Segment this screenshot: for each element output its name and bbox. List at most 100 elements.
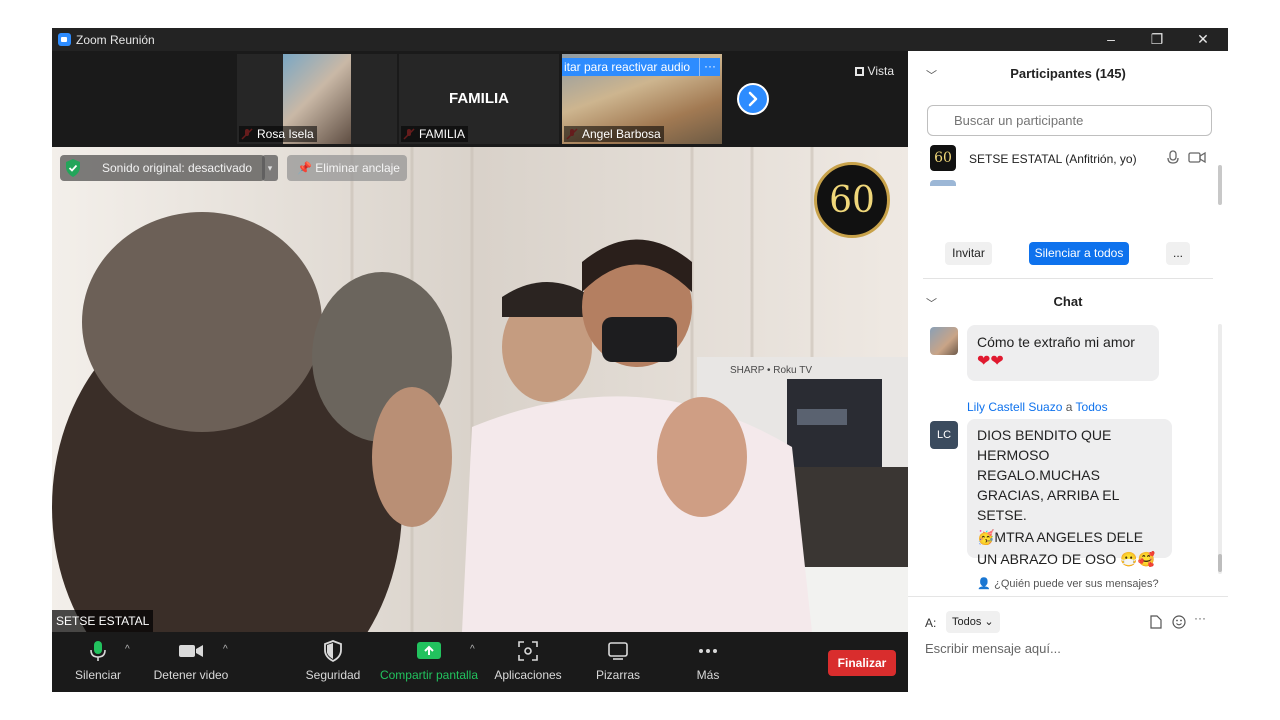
- chat-title: Chat: [1053, 294, 1083, 309]
- share-options-caret[interactable]: ^: [470, 644, 475, 655]
- next-page-button[interactable]: [737, 83, 769, 115]
- window-title: Zoom Reunión: [76, 33, 155, 47]
- unpin-button[interactable]: 📌 Eliminar anclaje: [287, 155, 407, 181]
- participant-row-partial[interactable]: [930, 180, 1212, 186]
- chat-scrollbar-track[interactable]: [1218, 324, 1222, 574]
- more-button[interactable]: Más: [658, 640, 758, 682]
- more-options-icon[interactable]: ···: [1194, 611, 1206, 625]
- chat-compose-area: A: Todos ⌄ ··· Escribir mensaje aquí...: [908, 596, 1228, 692]
- anniversary-badge: 60: [814, 162, 890, 238]
- original-sound-control[interactable]: Sonido original: desactivado: [60, 155, 265, 181]
- divider: [923, 278, 1213, 279]
- chat-message: DIOS BENDITO QUE HERMOSO REGALO.MUCHAS G…: [967, 419, 1172, 567]
- video-tile-rosa-isela[interactable]: Rosa Isela: [237, 54, 397, 144]
- tile-center-label: FAMILIA: [449, 90, 509, 107]
- avatar: LC: [930, 421, 958, 449]
- close-button[interactable]: ✕: [1180, 28, 1226, 51]
- more-dots-icon: [699, 649, 717, 653]
- participants-more-button[interactable]: ...: [1166, 242, 1190, 265]
- shield-check-icon: [66, 159, 80, 177]
- tv-brand-label: SHARP • Roku TV: [729, 365, 812, 376]
- video-camera-icon: [179, 645, 203, 657]
- avatar: [930, 327, 958, 355]
- tile-name: FAMILIA: [401, 126, 469, 142]
- file-icon[interactable]: [1150, 615, 1162, 629]
- mute-button[interactable]: Silenciar: [52, 640, 148, 682]
- pin-icon: 📌: [297, 161, 316, 175]
- tile-name: Angel Barbosa: [564, 126, 664, 142]
- video-camera-icon: [1188, 151, 1206, 164]
- connector-word: a: [1065, 400, 1073, 414]
- unpin-label: Eliminar anclaje: [315, 161, 400, 175]
- minimize-button[interactable]: –: [1088, 28, 1134, 51]
- chat-message-text: Cómo te extraño mi amor: [977, 334, 1135, 350]
- zoom-app-icon: [58, 33, 71, 46]
- chat-line: GRACIAS, ARRIBA EL SETSE.: [977, 487, 1119, 523]
- speaker-video-frame: [52, 147, 908, 632]
- whiteboards-label: Pizarras: [595, 668, 640, 682]
- view-button[interactable]: Vista: [849, 61, 900, 81]
- apps-button[interactable]: Aplicaciones: [478, 640, 578, 682]
- invite-button[interactable]: Invitar: [945, 242, 992, 265]
- participants-scrollbar[interactable]: [1218, 165, 1222, 205]
- share-screen-label: Compartir pantalla: [379, 668, 479, 682]
- shield-icon: [324, 640, 342, 662]
- tile-name: Rosa Isela: [239, 126, 317, 142]
- side-panel: ﹀ Participantes (145) 60 SETSE ESTATAL (…: [908, 51, 1228, 692]
- chat-message: Cómo te extraño mi amor ❤❤: [967, 325, 1159, 381]
- chevron-down-icon: ⌄: [981, 616, 994, 628]
- share-screen-button[interactable]: Compartir pantalla: [379, 640, 479, 682]
- who-can-see-label: ¿Quién puede ver sus mensajes?: [994, 578, 1159, 590]
- microphone-icon: [1167, 150, 1179, 164]
- chat-message-input[interactable]: Escribir mensaje aquí...: [925, 641, 1061, 656]
- chat-line: HERMOSO: [977, 447, 1050, 463]
- emoji-icon[interactable]: [1172, 615, 1186, 629]
- participants-title: Participantes (145): [1010, 66, 1126, 81]
- avatar: 60: [930, 145, 956, 171]
- restore-button[interactable]: ❐: [1134, 28, 1180, 51]
- who-can-see-link[interactable]: 👤 ¿Quién puede ver sus mensajes?: [908, 577, 1228, 590]
- participant-strip: Rosa Isela FAMILIA FAMILIA itar para rea…: [52, 51, 908, 147]
- participant-row-host[interactable]: 60 SETSE ESTATAL (Anfitrión, yo): [930, 145, 1212, 173]
- chat-line: 🥳MTRA ANGELES DELE: [977, 529, 1144, 545]
- to-label: A:: [925, 616, 937, 630]
- more-label: Más: [696, 668, 720, 682]
- banner-more-button[interactable]: ···: [699, 58, 720, 76]
- video-tile-angel-barbosa[interactable]: itar para reactivar audio ··· Angel Barb…: [562, 54, 722, 144]
- original-sound-dropdown[interactable]: ▾: [262, 155, 278, 181]
- stop-video-label: Detener video: [153, 668, 229, 682]
- chat-scrollbar-thumb[interactable]: [1218, 554, 1222, 572]
- video-options-caret[interactable]: ^: [223, 644, 228, 655]
- chevron-right-icon: [748, 91, 758, 107]
- recipient-name[interactable]: Todos: [1076, 400, 1108, 414]
- apps-icon: [518, 641, 538, 661]
- sender-name[interactable]: Lily Castell Suazo: [967, 400, 1062, 414]
- people-icon: 👤: [977, 578, 995, 590]
- whiteboards-button[interactable]: Pizarras: [568, 640, 668, 682]
- recipient-dropdown[interactable]: Todos ⌄: [946, 611, 1000, 633]
- participant-name: SETSE ESTATAL (Anfitrión, yo): [969, 152, 1137, 166]
- mute-all-button[interactable]: Silenciar a todos: [1029, 242, 1129, 265]
- meeting-controls: Silenciar ^ Detener video ^ Seguridad Co…: [52, 632, 908, 692]
- main-speaker-video: Sonido original: desactivado ▾ 📌 Elimina…: [52, 147, 908, 632]
- original-sound-label: Sonido original: desactivado: [102, 161, 253, 175]
- audio-options-caret[interactable]: ^: [125, 644, 130, 655]
- recipient-dropdown-value: Todos: [952, 616, 982, 628]
- chat-line: UN ABRAZO DE OSO 😷🥰: [977, 551, 1156, 567]
- view-label: Vista: [867, 64, 894, 78]
- video-area: Rosa Isela FAMILIA FAMILIA itar para rea…: [52, 51, 908, 692]
- video-tile-familia[interactable]: FAMILIA FAMILIA: [399, 54, 559, 144]
- security-button[interactable]: Seguridad: [283, 640, 383, 682]
- speaker-name-label: SETSE ESTATAL: [52, 610, 154, 632]
- end-meeting-button[interactable]: Finalizar: [828, 650, 896, 676]
- unmute-banner[interactable]: itar para reactivar audio: [562, 58, 700, 76]
- zoom-window: Zoom Reunión – ❐ ✕ Rosa Isela FAMILIA FA…: [52, 28, 1228, 692]
- microphone-icon: [90, 641, 106, 661]
- apps-label: Aplicaciones: [494, 668, 562, 682]
- heart-emoji: ❤❤: [977, 353, 1004, 370]
- badge-number: 60: [829, 180, 875, 221]
- share-screen-icon: [417, 642, 441, 659]
- participant-search-input[interactable]: [927, 105, 1212, 136]
- avatar: [930, 180, 956, 186]
- mute-label: Silenciar: [74, 668, 122, 682]
